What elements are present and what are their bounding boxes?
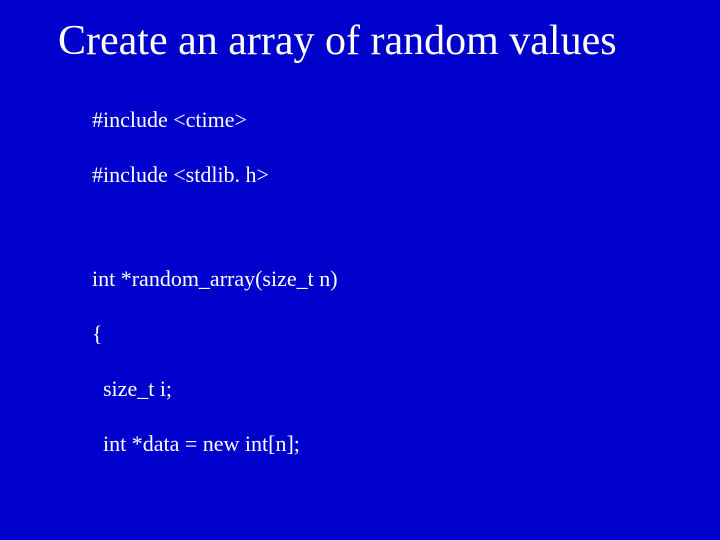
code-line: size_t i; [92,375,670,403]
code-line: int *random_array(size_t n) [92,265,670,293]
code-line: // seed the random number generator with… [92,535,670,540]
slide-title: Create an array of random values [58,18,670,64]
blank-line [92,485,670,507]
code-block: #include <ctime> #include <stdlib. h> in… [58,78,670,540]
code-line: #include <ctime> [92,106,670,134]
blank-line [92,216,670,238]
code-line: int *data = new int[n]; [92,430,670,458]
slide: Create an array of random values #includ… [0,0,720,540]
code-line: { [92,320,670,348]
code-line: #include <stdlib. h> [92,161,670,189]
